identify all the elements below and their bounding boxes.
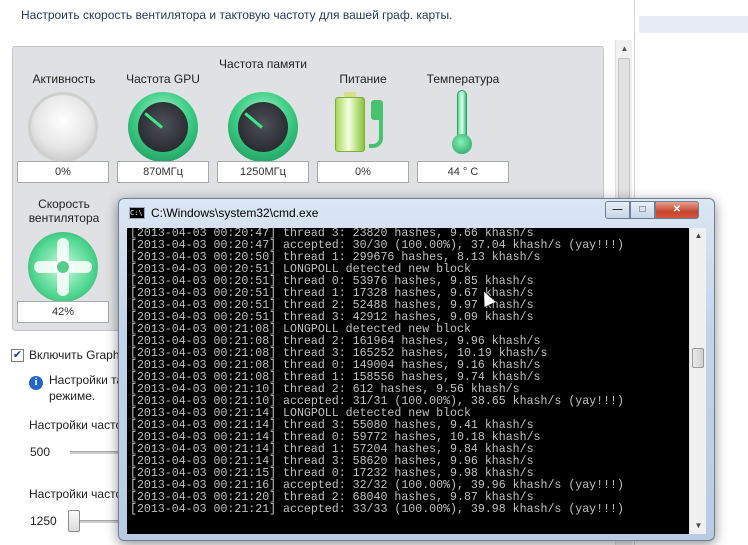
slider-1-value: 500 bbox=[30, 445, 51, 459]
slider-2-label: Настройки часто bbox=[29, 487, 123, 501]
plug-icon bbox=[365, 100, 393, 150]
scroll-up-icon[interactable]: ▲ bbox=[690, 228, 707, 244]
temperature-label: Температура bbox=[426, 72, 500, 86]
activity-value: 0% bbox=[17, 161, 109, 183]
info-icon: i bbox=[29, 376, 43, 390]
slider-2-thumb[interactable] bbox=[68, 510, 80, 532]
console-line: [2013-04-03 00:21:21] accepted: 33/33 (1… bbox=[130, 503, 624, 516]
activity-dial bbox=[28, 92, 98, 162]
scroll-up-arrow-icon[interactable]: ▲ bbox=[616, 42, 633, 56]
temperature-value: 44 ° C bbox=[417, 161, 509, 183]
enable-graphics-checkbox[interactable]: ✔ bbox=[11, 349, 24, 362]
gpu-clock-dial bbox=[128, 92, 198, 162]
scroll-down-icon[interactable]: ▼ bbox=[690, 518, 707, 534]
console-output[interactable]: [2013-04-03 00:20:47] thread 3: 23820 ha… bbox=[127, 228, 689, 534]
info-line-1: Настройки та bbox=[49, 373, 124, 387]
fan-speed-label: Скорость вентилятора bbox=[28, 197, 100, 225]
selected-item[interactable] bbox=[639, 16, 748, 33]
info-text: Настройки та режиме. bbox=[49, 372, 123, 404]
console-scroll-thumb[interactable] bbox=[692, 348, 704, 368]
info-line-2: режиме. bbox=[49, 389, 96, 403]
gpu-clock-label: Частота GPU bbox=[126, 72, 200, 86]
minimize-button[interactable]: — bbox=[605, 201, 630, 219]
memory-clock-value: 1250МГц bbox=[217, 161, 309, 183]
gpu-clock-value: 870МГц bbox=[117, 161, 209, 183]
console-scrollbar[interactable]: ▲ ▼ bbox=[689, 228, 706, 534]
cmd-icon: C:\ bbox=[129, 207, 145, 219]
slider-2-value: 1250 bbox=[30, 514, 57, 528]
enable-graphics-label[interactable]: Включить Graphi bbox=[29, 348, 122, 362]
memory-clock-label: Частота памяти bbox=[219, 57, 307, 71]
close-button[interactable]: ✕ bbox=[655, 201, 699, 219]
window-scroll-thumb[interactable] bbox=[618, 58, 630, 208]
cmd-title: C:\Windows\system32\cmd.exe bbox=[151, 206, 319, 220]
maximize-button[interactable]: □ bbox=[630, 201, 655, 219]
thermometer-icon bbox=[452, 90, 472, 158]
cmd-window[interactable]: C:\ C:\Windows\system32\cmd.exe — □ ✕ [2… bbox=[118, 198, 715, 541]
power-label: Питание bbox=[339, 72, 387, 86]
slider-1-label: Настройки часто bbox=[29, 418, 123, 432]
power-value: 0% bbox=[317, 161, 409, 183]
page-description: Настроить скорость вентилятора и тактову… bbox=[21, 8, 453, 22]
memory-clock-dial bbox=[228, 92, 298, 162]
activity-label: Активность bbox=[32, 72, 96, 86]
fan-icon bbox=[28, 232, 98, 302]
cmd-titlebar[interactable]: C:\ C:\Windows\system32\cmd.exe — □ ✕ bbox=[119, 199, 714, 227]
battery-icon bbox=[335, 92, 365, 152]
fan-speed-value: 42% bbox=[17, 301, 109, 323]
